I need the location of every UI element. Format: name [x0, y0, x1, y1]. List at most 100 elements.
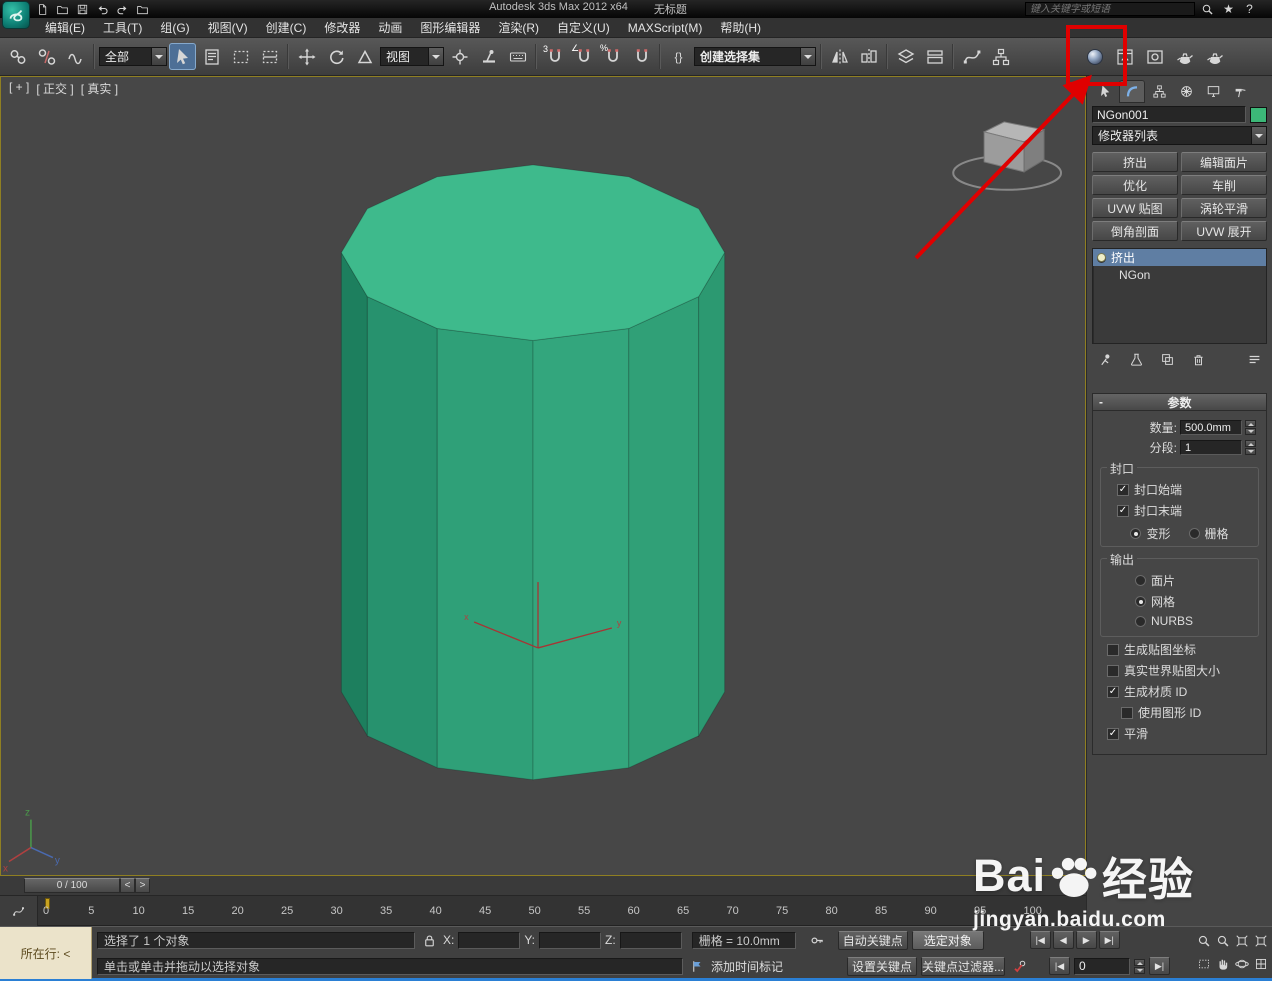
tab-hierarchy[interactable]	[1146, 80, 1172, 103]
tab-create[interactable]	[1092, 80, 1118, 103]
select-and-move-button[interactable]	[293, 43, 320, 70]
show-end-result-button[interactable]	[1127, 350, 1145, 368]
grid-radio[interactable]	[1188, 528, 1200, 539]
favorites-button[interactable]: ★	[1220, 2, 1237, 17]
reference-coordinate-dropdown[interactable]: 视图	[380, 47, 444, 66]
patch-radio[interactable]	[1135, 575, 1146, 586]
spinner-up-icon[interactable]	[1134, 958, 1146, 966]
viewport-menu-view[interactable]: [ 正交 ]	[36, 80, 73, 97]
viewport[interactable]: [ + ] [ 正交 ] [ 真实 ] x y z x y	[0, 76, 1086, 876]
snap-toggle-3d-button[interactable]: 3	[541, 43, 568, 70]
menu-group[interactable]: 组(G)	[151, 17, 198, 38]
orbit-button[interactable]	[1233, 953, 1251, 975]
segments-spinner[interactable]	[1245, 440, 1256, 455]
menu-maxscript[interactable]: MAXScript(M)	[619, 19, 712, 37]
go-to-end-button[interactable]: ▶|	[1098, 931, 1120, 949]
rollout-collapse-icon[interactable]: -	[1099, 395, 1103, 409]
spinner-down-icon[interactable]	[1245, 448, 1256, 455]
zoom-region-button[interactable]	[1195, 953, 1213, 975]
gen-mapping-checkbox[interactable]	[1107, 643, 1119, 656]
x-coordinate-field[interactable]	[458, 931, 521, 949]
mesh-radio[interactable]	[1135, 596, 1146, 607]
3dsmax-logo[interactable]	[2, 1, 30, 29]
render-iterative-button[interactable]	[1201, 43, 1228, 70]
project-folder-button[interactable]	[134, 2, 151, 17]
mirror-button[interactable]	[826, 43, 853, 70]
layer-manager-button[interactable]	[892, 43, 919, 70]
turbosmooth-button[interactable]: 涡轮平滑	[1181, 198, 1267, 218]
graphite-ribbon-button[interactable]	[921, 43, 948, 70]
menu-edit[interactable]: 编辑(E)	[36, 17, 94, 38]
tab-modify[interactable]	[1119, 80, 1145, 103]
stack-item-extrude[interactable]: 挤出	[1093, 249, 1266, 266]
render-production-button[interactable]	[1171, 43, 1198, 70]
uvw-map-button[interactable]: UVW 贴图	[1092, 198, 1178, 218]
selection-filter-dropdown[interactable]: 全部	[99, 47, 167, 66]
time-slider-handle[interactable]: 0 / 100	[24, 878, 120, 893]
unlink-selection-button[interactable]	[33, 43, 60, 70]
real-world-checkbox[interactable]	[1107, 664, 1119, 677]
angle-snap-button[interactable]: ∠	[570, 43, 597, 70]
extrude-button[interactable]: 挤出	[1092, 152, 1178, 172]
tab-motion[interactable]	[1173, 80, 1199, 103]
mini-curve-editor-button[interactable]	[0, 896, 38, 926]
use-shapeid-checkbox[interactable]	[1121, 706, 1133, 719]
named-selection-set-dropdown[interactable]: 创建选择集	[694, 47, 816, 66]
menu-animation[interactable]: 动画	[369, 17, 411, 38]
pin-stack-button[interactable]	[1096, 350, 1114, 368]
save-file-button[interactable]	[74, 2, 91, 17]
modifier-enabled-bulb-icon[interactable]	[1097, 253, 1106, 262]
previous-frame-mini-button[interactable]: <	[120, 878, 135, 893]
viewport-menu-plus[interactable]: [ + ]	[9, 80, 29, 97]
rendered-frame-window-button[interactable]	[1141, 43, 1168, 70]
selection-region-button[interactable]	[227, 43, 254, 70]
spinner-up-icon[interactable]	[1245, 420, 1256, 427]
menu-create[interactable]: 创建(C)	[257, 17, 316, 38]
spinner-snap-button[interactable]	[628, 43, 655, 70]
viewport-menu-shading[interactable]: [ 真实 ]	[81, 80, 118, 97]
spinner-down-icon[interactable]	[1245, 428, 1256, 435]
curve-editor-button[interactable]	[958, 43, 985, 70]
open-file-button[interactable]	[54, 2, 71, 17]
modifier-stack[interactable]: 挤出 NGon	[1092, 248, 1267, 344]
menu-help[interactable]: 帮助(H)	[711, 17, 770, 38]
next-frame-mini-button[interactable]: >	[135, 878, 150, 893]
cap-start-checkbox[interactable]: ✓	[1117, 483, 1129, 496]
configure-modifier-sets-button[interactable]	[1245, 350, 1263, 368]
search-input[interactable]	[1025, 2, 1195, 16]
keyboard-shortcut-override-button[interactable]	[504, 43, 531, 70]
bevel-profile-button[interactable]: 倒角剖面	[1092, 221, 1178, 241]
parameters-rollout-header[interactable]: - 参数	[1093, 394, 1266, 411]
optimize-button[interactable]: 优化	[1092, 175, 1178, 195]
menu-rendering[interactable]: 渲染(R)	[489, 17, 548, 38]
redo-button[interactable]	[114, 2, 131, 17]
menu-customize[interactable]: 自定义(U)	[548, 17, 619, 38]
key-filter-selected-dropdown[interactable]: 选定对象	[911, 930, 984, 950]
select-and-manipulate-button[interactable]	[475, 43, 502, 70]
y-coordinate-field[interactable]	[539, 931, 602, 949]
nurbs-radio[interactable]	[1135, 615, 1146, 627]
use-pivot-center-button[interactable]	[446, 43, 473, 70]
viewcube[interactable]	[952, 121, 1063, 191]
go-to-start-button[interactable]: |◀	[1029, 931, 1051, 949]
add-time-tag-label[interactable]: 添加时间标记	[711, 958, 783, 975]
cap-end-checkbox[interactable]: ✓	[1117, 504, 1129, 517]
menu-views[interactable]: 视图(V)	[199, 17, 257, 38]
percent-snap-button[interactable]: %	[599, 43, 626, 70]
schematic-view-button[interactable]	[987, 43, 1014, 70]
align-button[interactable]	[855, 43, 882, 70]
maximize-viewport-button[interactable]	[1252, 953, 1270, 975]
track-bar[interactable]: 0 5 10 15 20 25 30 35 40 45 50 55 60 65 …	[0, 896, 1086, 926]
help-button[interactable]: ?	[1241, 2, 1258, 17]
set-keys-button[interactable]	[808, 931, 828, 950]
menu-modifiers[interactable]: 修改器	[315, 17, 369, 38]
zoom-extents-button[interactable]	[1233, 930, 1251, 952]
lathe-button[interactable]: 车削	[1181, 175, 1267, 195]
next-key-button[interactable]: ▶|	[1149, 957, 1171, 975]
morph-radio[interactable]	[1130, 528, 1142, 539]
frame-spinner[interactable]	[1134, 958, 1146, 974]
new-scene-button[interactable]	[34, 2, 51, 17]
smooth-checkbox[interactable]: ✓	[1107, 727, 1119, 740]
z-coordinate-field[interactable]	[619, 931, 682, 949]
edit-named-selection-sets-button[interactable]: {}	[665, 43, 692, 70]
